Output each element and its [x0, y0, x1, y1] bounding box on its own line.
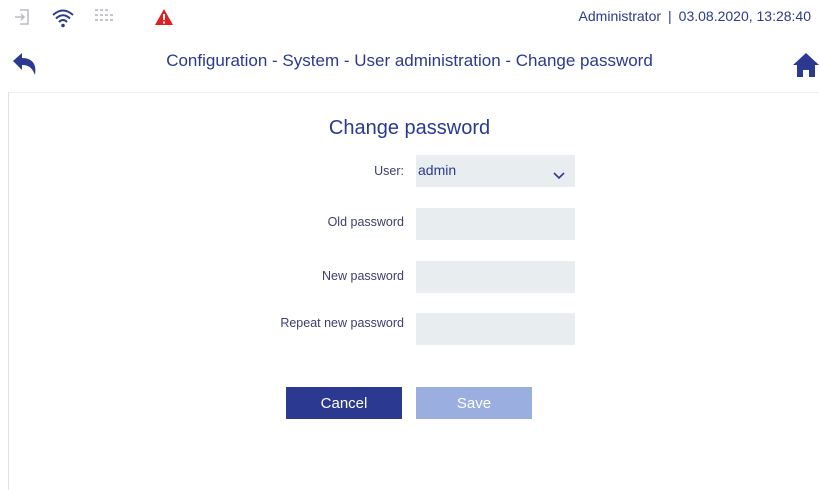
network-grid-icon[interactable]	[94, 8, 114, 29]
new-password-label: New password	[322, 269, 404, 283]
old-password-field[interactable]	[416, 208, 575, 240]
cancel-button[interactable]: Cancel	[286, 387, 402, 419]
separator: |	[668, 8, 672, 24]
warning-icon[interactable]	[154, 8, 174, 31]
new-password-field[interactable]	[416, 261, 575, 293]
current-user: Administrator	[578, 8, 662, 24]
user-select-value: admin	[418, 162, 457, 178]
old-password-label: Old password	[327, 215, 404, 229]
home-icon[interactable]	[793, 52, 819, 78]
chevron-down-icon	[553, 167, 565, 185]
page-title: Change password	[328, 117, 491, 139]
nav-bar: Configuration - System - User administra…	[0, 38, 819, 90]
datetime: 03.08.2020, 13:28:40	[678, 8, 811, 24]
login-icon[interactable]	[13, 8, 31, 31]
repeat-password-label: Repeat new password	[280, 316, 404, 330]
save-button[interactable]: Save	[416, 387, 532, 419]
session-info: Administrator | 03.08.2020, 13:28:40	[579, 8, 811, 24]
user-select[interactable]: admin	[416, 155, 575, 187]
user-label: User:	[374, 164, 404, 178]
breadcrumb: Configuration - System - User administra…	[166, 51, 653, 70]
wifi-icon[interactable]	[51, 8, 75, 33]
repeat-password-field[interactable]	[416, 313, 575, 345]
content-panel	[8, 92, 819, 490]
status-bar: Administrator | 03.08.2020, 13:28:40	[0, 0, 819, 34]
